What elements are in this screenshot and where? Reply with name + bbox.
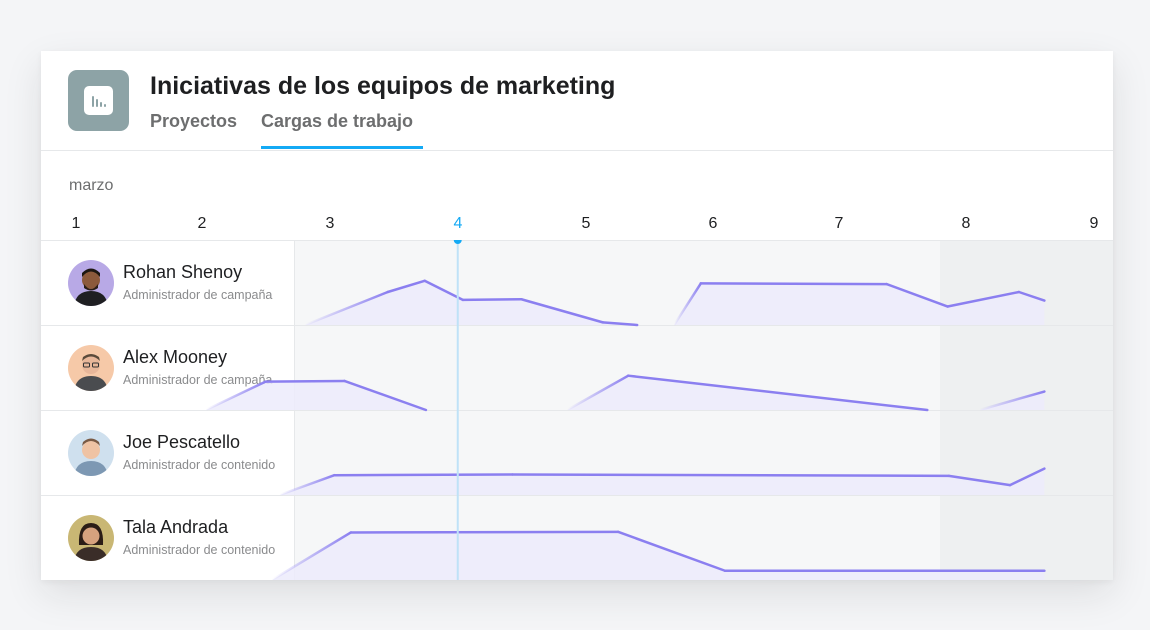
project-header: Iniciativas de los equipos de marketing … bbox=[41, 51, 1113, 151]
day-label: 7 bbox=[834, 215, 844, 232]
month-label: marzo bbox=[69, 177, 114, 194]
tab-projects[interactable]: Proyectos bbox=[150, 111, 237, 132]
day-label: 3 bbox=[325, 215, 335, 232]
workload-line bbox=[699, 282, 888, 286]
workload-card: Iniciativas de los equipos de marketing … bbox=[41, 51, 1113, 580]
workload-area bbox=[305, 280, 1045, 325]
current-day-marker bbox=[453, 240, 462, 244]
workload-series bbox=[278, 467, 1046, 497]
day-label: 6 bbox=[708, 215, 718, 232]
page-title: Iniciativas de los equipos de marketing bbox=[150, 72, 616, 100]
day-label: 5 bbox=[581, 215, 591, 232]
workload-line bbox=[264, 379, 346, 383]
workload-line bbox=[333, 473, 514, 477]
tab-workload[interactable]: Cargas de trabajo bbox=[261, 111, 413, 132]
day-label: 2 bbox=[197, 215, 207, 232]
day-label-current: 4 bbox=[453, 215, 463, 232]
bar-chart-icon bbox=[68, 70, 129, 131]
workload-area bbox=[279, 468, 1045, 495]
workload-line bbox=[349, 530, 620, 534]
day-label: 1 bbox=[71, 215, 81, 232]
workload-series bbox=[270, 530, 1046, 580]
active-tab-indicator bbox=[261, 146, 423, 149]
workload-series bbox=[204, 374, 1046, 412]
day-label: 9 bbox=[1089, 215, 1099, 232]
workload-line bbox=[511, 473, 951, 478]
day-label: 8 bbox=[961, 215, 971, 232]
workload-area bbox=[271, 531, 1045, 580]
workload-chart bbox=[204, 240, 1046, 580]
workload-line bbox=[461, 298, 523, 302]
workload-series bbox=[303, 279, 1046, 327]
